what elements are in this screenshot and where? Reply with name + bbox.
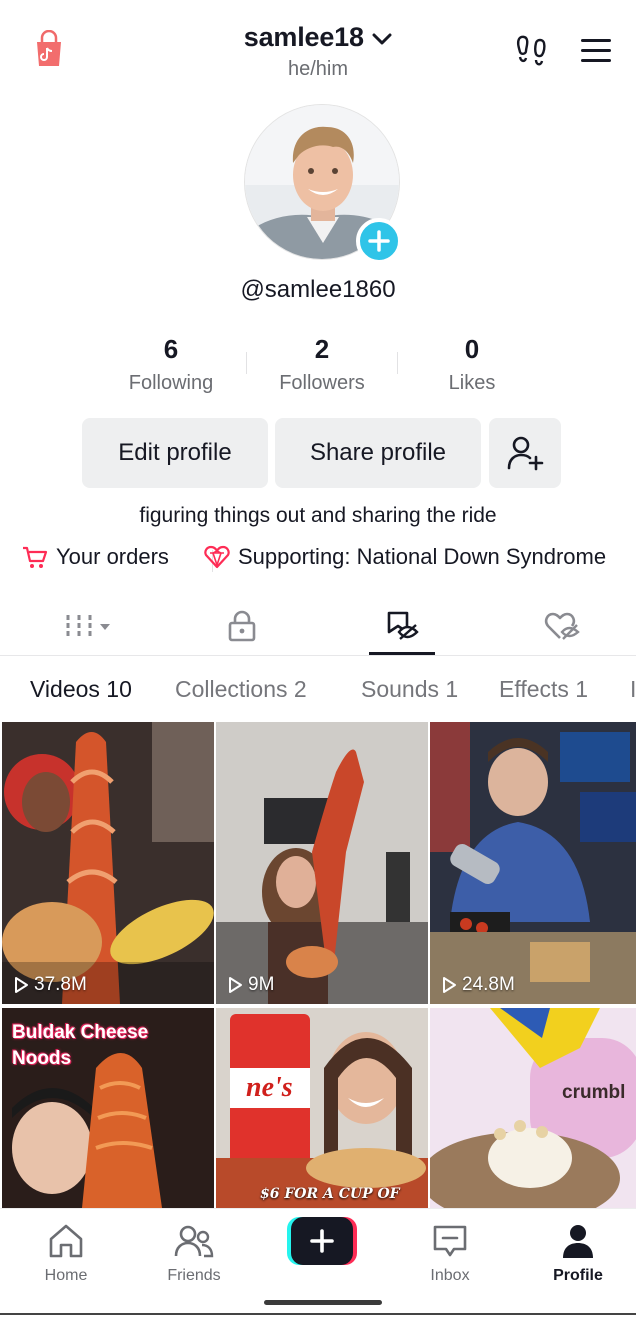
your-orders-link[interactable]: Your orders xyxy=(22,544,169,570)
tab-reposts[interactable] xyxy=(372,608,432,644)
play-icon xyxy=(229,977,242,993)
supporting-label: Supporting: National Down Syndrome xyxy=(238,544,607,569)
subtab-videos[interactable]: Videos 10 xyxy=(30,676,132,703)
stat-value: 0 xyxy=(464,334,480,364)
footprints-icon[interactable] xyxy=(514,34,550,68)
profile-icon xyxy=(563,1225,593,1258)
stat-likes[interactable]: 0 Likes xyxy=(397,334,547,395)
active-tab-indicator xyxy=(369,652,435,655)
friends-icon xyxy=(174,1225,214,1258)
nav-friends-label: Friends xyxy=(167,1267,221,1284)
edit-profile-button[interactable]: Edit profile xyxy=(82,418,268,488)
view-count-value: 37.8M xyxy=(34,974,87,995)
heart-gem-icon xyxy=(204,545,230,569)
stat-followers[interactable]: 2 Followers xyxy=(247,334,397,395)
home-icon xyxy=(49,1224,83,1258)
video-thumbnail[interactable]: 37.8M xyxy=(2,722,214,1004)
video-overlay-text: $6 FOR A CUP OF xyxy=(260,1186,400,1202)
subtab-effects[interactable]: Effects 1 xyxy=(499,676,588,703)
bookmark-eye-icon xyxy=(387,611,419,640)
profile-header: samlee18 he/him xyxy=(0,0,636,96)
create-button[interactable] xyxy=(287,1217,357,1265)
menu-icon[interactable] xyxy=(579,36,613,64)
subtab-more[interactable]: I xyxy=(630,676,636,703)
supporting-link[interactable]: Supporting: National Down Syndrome xyxy=(204,544,606,570)
svg-text:ne's: ne's xyxy=(246,1072,293,1103)
video-thumbnail[interactable]: ne's $6 FOR A CUP OF xyxy=(216,1008,428,1208)
view-count-value: 24.8M xyxy=(462,974,515,995)
video-overlay-line: Noods xyxy=(12,1048,72,1069)
lock-icon xyxy=(228,610,256,642)
content-tabs xyxy=(0,598,636,656)
stat-label: Following xyxy=(128,372,214,394)
tab-liked[interactable] xyxy=(532,608,592,644)
profile-bio: figuring things out and sharing the ride xyxy=(139,504,497,527)
grid-filter-icon xyxy=(66,615,110,637)
view-count: 9M xyxy=(226,974,274,996)
chevron-down-icon xyxy=(372,32,392,51)
nav-inbox[interactable]: Inbox xyxy=(400,1219,500,1285)
play-icon xyxy=(15,977,28,993)
add-person-icon xyxy=(507,436,544,471)
video-subtabs: Videos 10 Collections 2 Sounds 1 Effects… xyxy=(0,670,636,710)
plus-icon xyxy=(287,1217,357,1265)
subtab-collections[interactable]: Collections 2 xyxy=(175,676,307,703)
cart-icon xyxy=(23,546,48,568)
nav-profile-label: Profile xyxy=(553,1267,603,1284)
video-grid: 37.8M 9M 24.8M Buldak Cheese Noods ne's … xyxy=(0,722,636,1208)
stat-following[interactable]: 6 Following xyxy=(96,334,246,395)
stat-value: 6 xyxy=(163,334,179,364)
video-thumbnail-image xyxy=(2,722,214,1004)
inbox-icon xyxy=(433,1225,467,1257)
nav-home-label: Home xyxy=(44,1267,88,1284)
tab-grid[interactable] xyxy=(56,608,116,644)
video-thumbnail-image xyxy=(216,722,428,1004)
heart-hidden-icon xyxy=(544,612,580,640)
add-friends-button[interactable] xyxy=(489,418,561,488)
view-count: 24.8M xyxy=(440,974,515,996)
view-count: 37.8M xyxy=(12,974,87,996)
profile-avatar[interactable] xyxy=(244,104,402,264)
tab-private[interactable] xyxy=(212,608,272,644)
play-icon xyxy=(443,977,456,993)
your-orders-label: Your orders xyxy=(56,544,169,569)
username: samlee18 xyxy=(243,22,364,52)
stat-value: 2 xyxy=(314,334,330,364)
profile-handle: @samlee1860 xyxy=(240,276,396,303)
subtab-sounds[interactable]: Sounds 1 xyxy=(361,676,458,703)
video-thumbnail-image: ne's xyxy=(216,1008,428,1208)
plus-icon xyxy=(368,230,390,252)
video-overlay-text: Buldak Cheese Noods xyxy=(12,1020,148,1072)
video-thumbnail[interactable]: 9M xyxy=(216,722,428,1004)
video-thumbnail[interactable]: crumbl xyxy=(430,1008,636,1208)
stat-label: Likes xyxy=(448,372,496,394)
video-thumbnail[interactable]: Buldak Cheese Noods xyxy=(2,1008,214,1208)
nav-home[interactable]: Home xyxy=(16,1219,116,1285)
divider xyxy=(0,1313,636,1315)
nav-friends[interactable]: Friends xyxy=(144,1219,244,1285)
video-thumbnail[interactable]: 24.8M xyxy=(430,722,636,1004)
video-thumbnail-image xyxy=(430,722,636,1004)
nav-inbox-label: Inbox xyxy=(430,1267,470,1284)
stat-label: Followers xyxy=(279,372,365,394)
view-count-value: 9M xyxy=(248,974,275,995)
home-indicator xyxy=(264,1300,382,1305)
profile-stats: 6 Following 2 Followers 0 Likes xyxy=(96,334,548,404)
video-thumbnail-image xyxy=(430,1008,636,1208)
add-avatar-button[interactable] xyxy=(356,218,402,264)
video-overlay-text: crumbl xyxy=(562,1082,626,1103)
share-profile-button[interactable]: Share profile xyxy=(275,418,481,488)
video-overlay-line: Buldak Cheese xyxy=(12,1022,149,1043)
nav-profile[interactable]: Profile xyxy=(528,1219,628,1285)
bottom-navigation: Home Friends Inbox Profile xyxy=(0,1208,636,1334)
